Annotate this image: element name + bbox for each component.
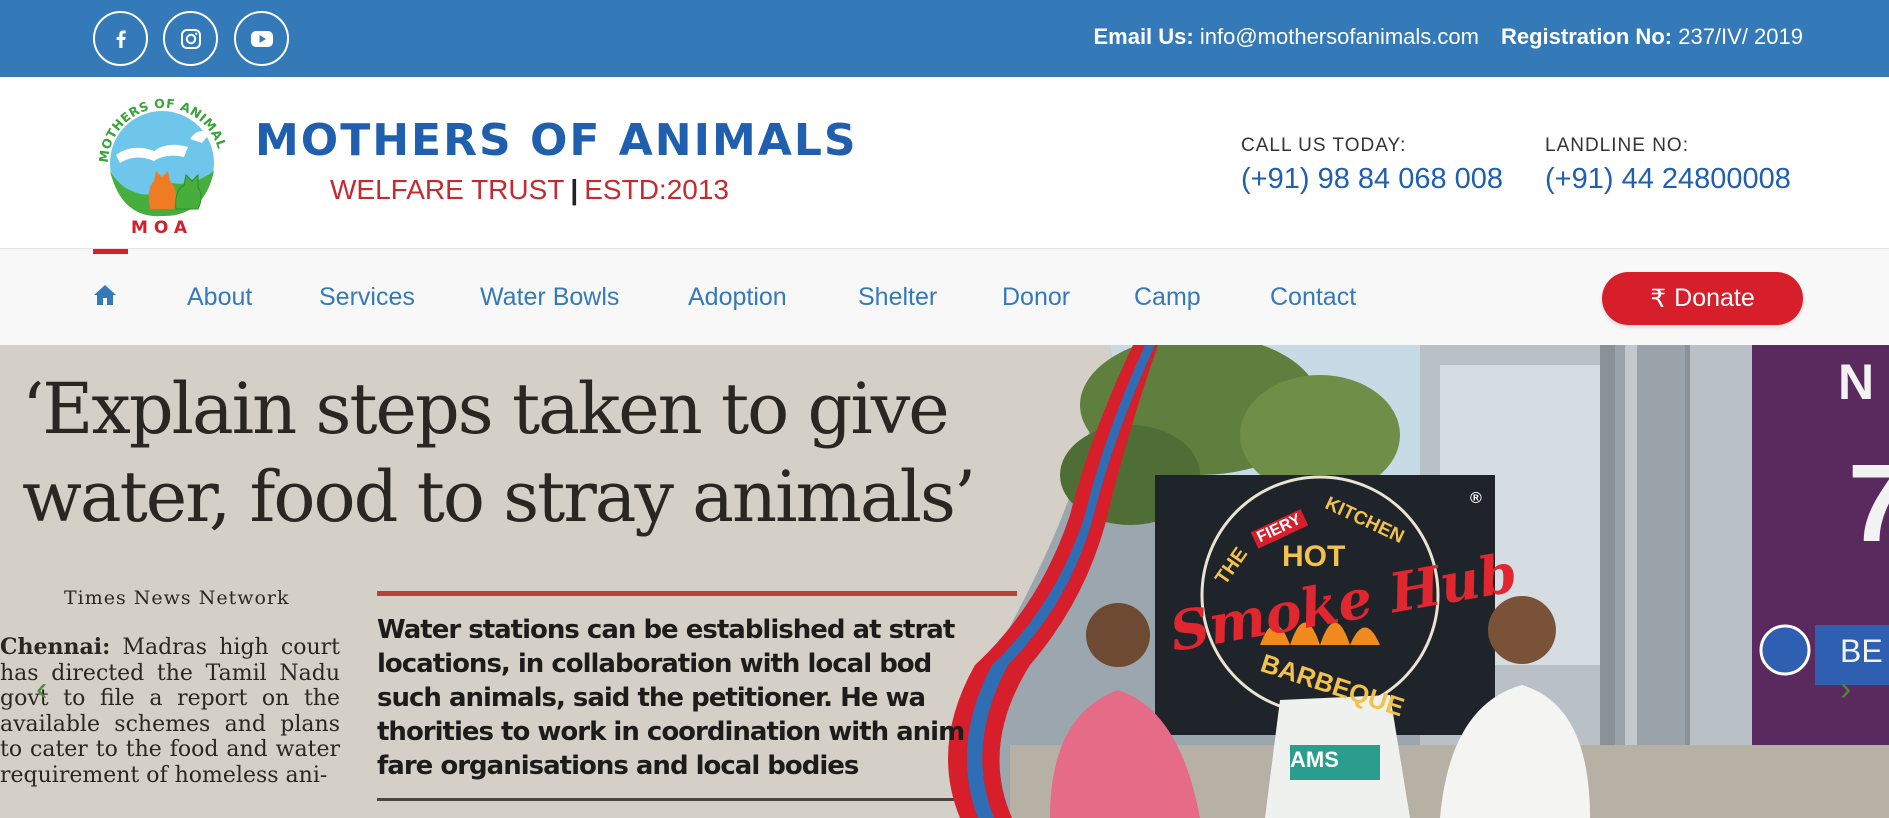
site-logo[interactable]: MOTHERS OF ANIMALS MOA xyxy=(87,79,232,239)
landline-block: LANDLINE NO: (+91) 44 24800008 xyxy=(1545,135,1791,196)
bag-label: AMS xyxy=(1290,747,1339,772)
news-byline: Times News Network xyxy=(64,587,290,609)
email-info: Email Us: info@mothersofanimals.com xyxy=(1093,24,1479,50)
nav-item-donor[interactable]: Donor xyxy=(1002,283,1070,312)
youtube-link[interactable] xyxy=(234,11,289,66)
home-icon xyxy=(94,285,116,305)
banner-side-text: BE xyxy=(1840,633,1883,669)
donate-label: Donate xyxy=(1674,284,1755,312)
banner-top-text: N xyxy=(1838,354,1875,410)
registration-value: 237/IV/ 2019 xyxy=(1678,24,1803,49)
call-us-number[interactable]: (+91) 98 84 068 008 xyxy=(1241,163,1503,196)
landline-number[interactable]: (+91) 44 24800008 xyxy=(1545,163,1791,196)
nav-item-contact[interactable]: Contact xyxy=(1270,283,1356,312)
news-body: Chennai: Madras high court has directed … xyxy=(0,634,340,788)
slider-next-arrow[interactable]: › xyxy=(1840,670,1851,709)
nav-item-about[interactable]: About xyxy=(187,283,252,312)
registration-label: Registration No: xyxy=(1500,24,1673,49)
logo-initials: MOA xyxy=(131,218,193,238)
nav-item-camp[interactable]: Camp xyxy=(1134,283,1201,312)
news-body-lead: Chennai: xyxy=(0,634,111,660)
brand-subtitle-right: ESTD:2013 xyxy=(584,174,729,205)
instagram-icon xyxy=(180,28,201,49)
brand-subtitle-separator: | xyxy=(570,174,579,205)
news-headline: ‘Explain steps taken to give water, food… xyxy=(22,365,976,541)
registration-info: Registration No: 237/IV/ 2019 xyxy=(1501,24,1803,50)
nav-home[interactable] xyxy=(93,284,117,311)
brand-title: MOTHERS OF ANIMALS xyxy=(255,115,858,166)
contact-info: Email Us: info@mothersofanimals.com Regi… xyxy=(1093,24,1803,50)
call-us-label: CALL US TODAY: xyxy=(1241,135,1407,156)
nav-item-shelter[interactable]: Shelter xyxy=(858,283,937,312)
facebook-icon xyxy=(116,30,126,48)
call-us-block: CALL US TODAY: (+91) 98 84 068 008 xyxy=(1241,135,1503,196)
news-headline-line-2: water, food to stray animals’ xyxy=(22,456,976,538)
nav-active-indicator xyxy=(93,249,128,254)
banner-number: 7 xyxy=(1848,442,1889,565)
hero-slider[interactable]: ‘Explain steps taken to give water, food… xyxy=(0,345,1889,818)
main-nav: About Services Water Bowls Adoption Shel… xyxy=(0,249,1889,345)
nav-item-adoption[interactable]: Adoption xyxy=(688,283,787,312)
email-label: Email Us: xyxy=(1093,24,1194,49)
slider-prev-arrow[interactable]: ‹ xyxy=(36,670,47,709)
moa-logo-icon: MOTHERS OF ANIMALS MOA xyxy=(87,79,229,238)
news-pull-quote: Water stations can be established at str… xyxy=(377,615,965,781)
top-bar: Email Us: info@mothersofanimals.com Regi… xyxy=(0,0,1889,77)
site-header: MOTHERS OF ANIMALS MOA MOTHERS OF ANIMAL… xyxy=(0,77,1889,249)
youtube-icon xyxy=(250,30,273,47)
rupee-icon: ₹ xyxy=(1650,284,1667,313)
facebook-link[interactable] xyxy=(93,11,148,66)
nav-item-services[interactable]: Services xyxy=(319,283,415,312)
email-link[interactable]: info@mothersofanimals.com xyxy=(1200,24,1479,49)
brand-subtitle-left: WELFARE TRUST xyxy=(330,174,565,205)
news-headline-line-1: ‘Explain steps taken to give xyxy=(22,368,950,450)
instagram-link[interactable] xyxy=(163,11,218,66)
sign-registered: ® xyxy=(1470,490,1482,507)
brand-subtitle: WELFARE TRUST | ESTD:2013 xyxy=(330,174,729,206)
nav-item-water-bowls[interactable]: Water Bowls xyxy=(480,283,619,312)
donate-button[interactable]: ₹ Donate xyxy=(1602,272,1803,325)
landline-label: LANDLINE NO: xyxy=(1545,135,1689,156)
sign-hot: HOT xyxy=(1282,540,1346,573)
